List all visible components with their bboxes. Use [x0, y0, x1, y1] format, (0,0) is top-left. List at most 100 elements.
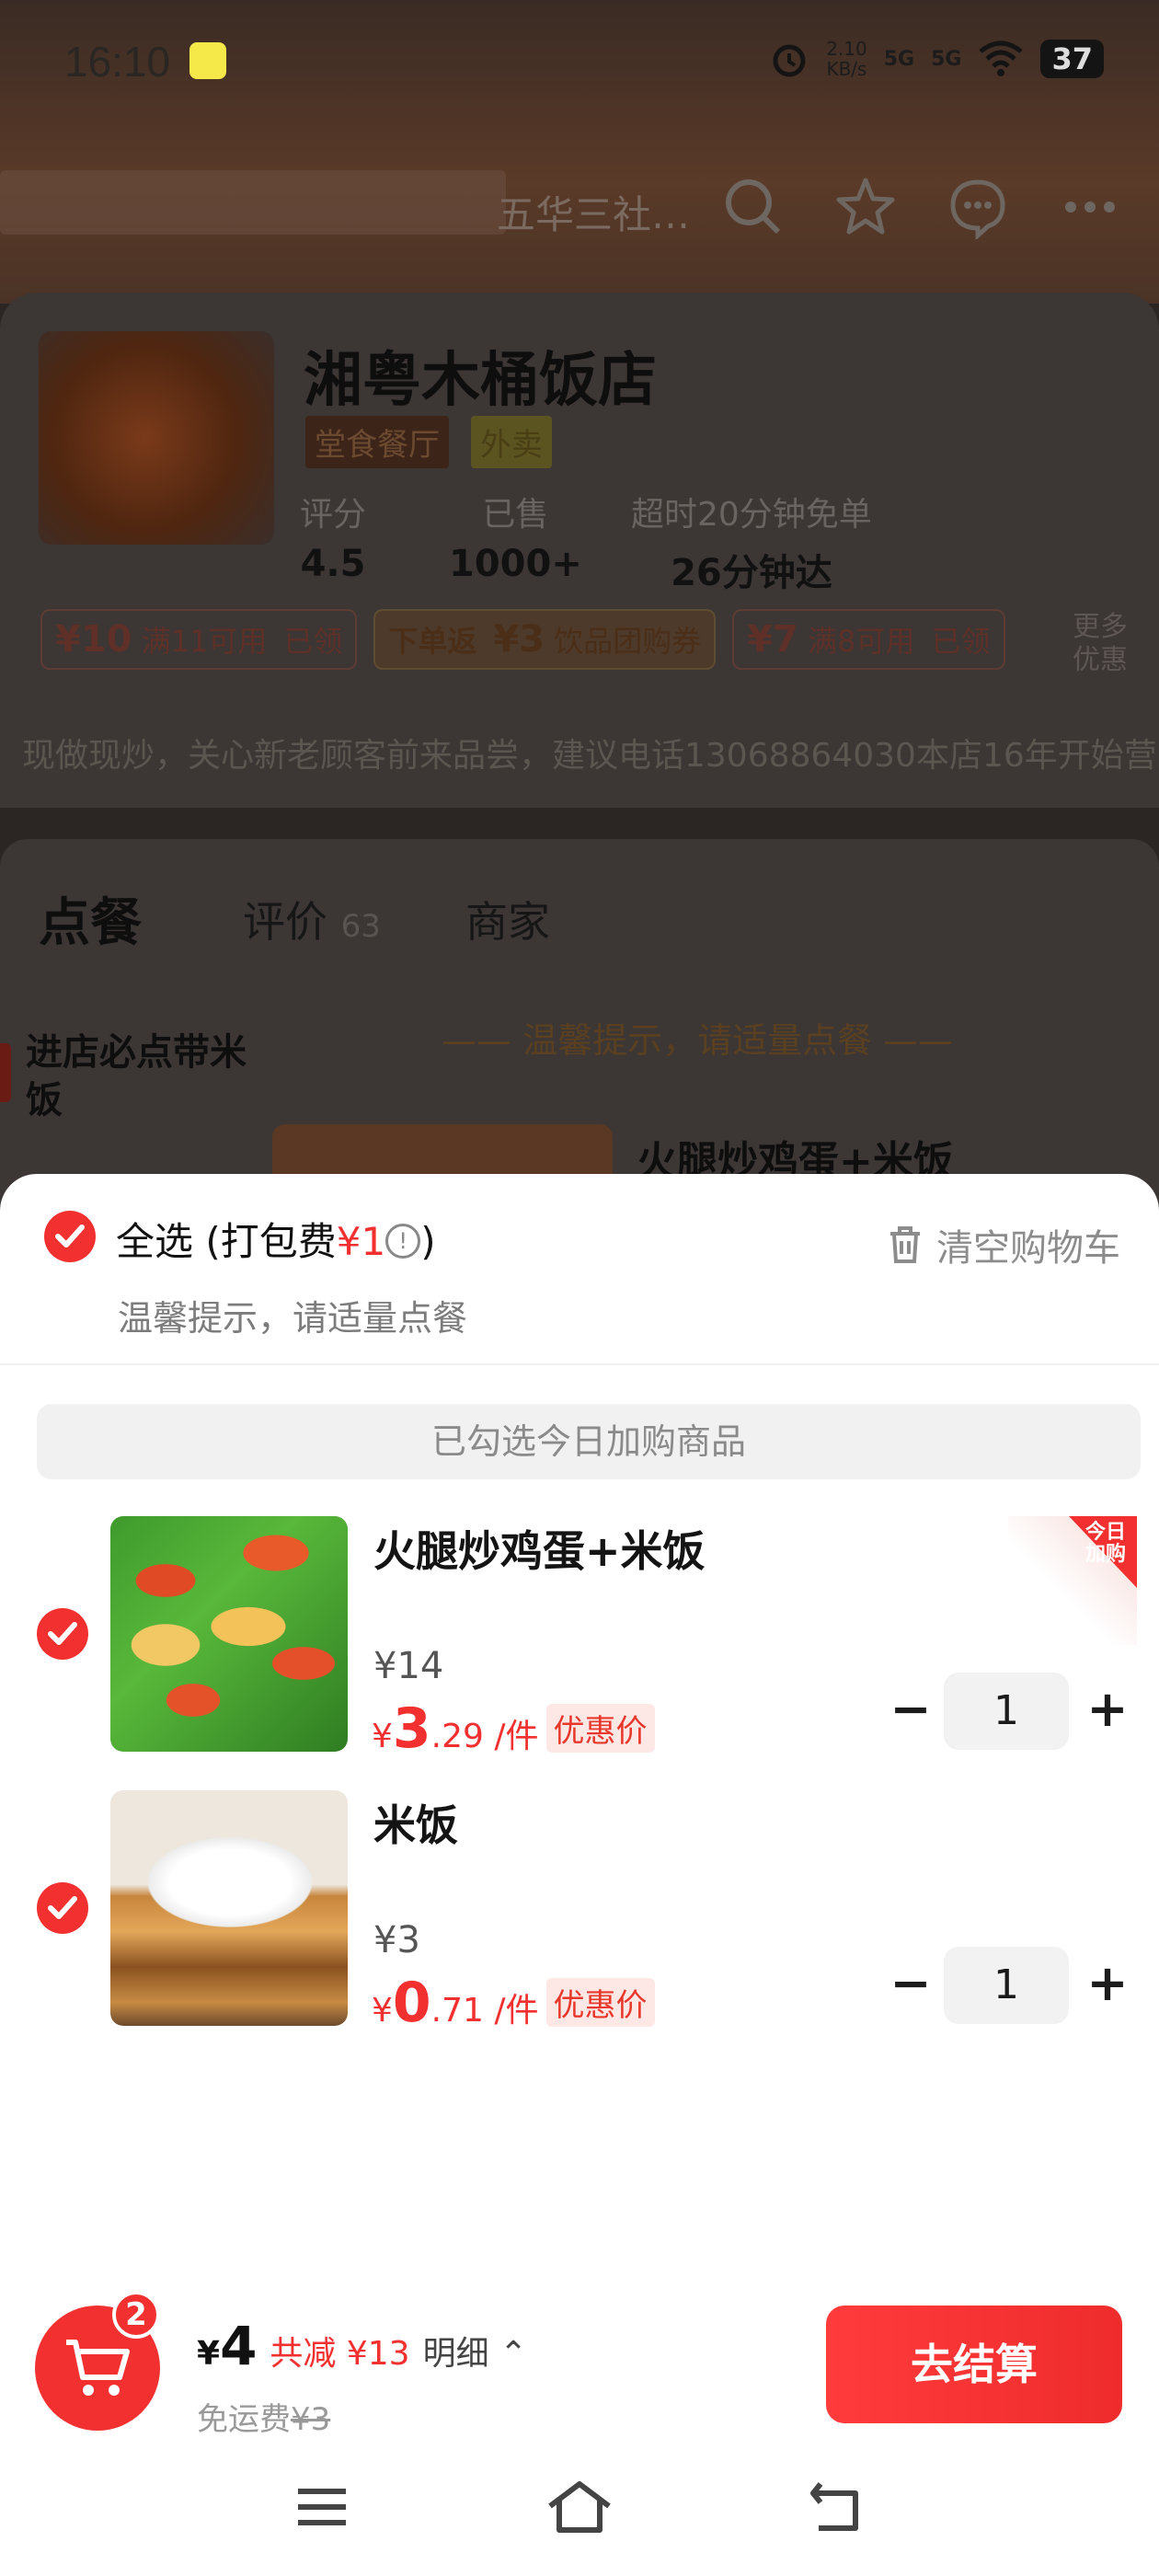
tab-reviews[interactable]: 评价 63 [243, 889, 381, 949]
item-checkbox[interactable] [37, 1882, 88, 1934]
search-icon[interactable] [721, 175, 786, 239]
clear-cart-label: 清空购物车 [936, 1227, 1120, 1270]
item-image[interactable] [110, 1516, 348, 1752]
stat-label: 评分 [300, 496, 367, 534]
blurred-address [0, 170, 506, 235]
select-all-label[interactable]: 全选 (打包费¥1!) [116, 1211, 436, 1267]
total-amount: 4 [220, 2315, 258, 2377]
cart-summary-bar: 2 ¥ 4 共减 ¥13 明细 ⌃ 免运费¥3 去结算 [0, 2272, 1159, 2438]
back-icon [810, 2482, 858, 2531]
shopping-cart-icon [66, 2340, 130, 2396]
packing-fee-suffix: ) [420, 1219, 436, 1264]
free-shipping-label: 免运费 [197, 2401, 291, 2438]
shop-name: 湘粤木桶饭店 [304, 347, 657, 415]
deal-price-badge: 优惠价 [545, 1704, 655, 1753]
cart-item: 米饭 ¥3 ¥0.71 /件 优惠价 − 1 + [0, 1790, 1159, 2035]
trash-icon [890, 1226, 920, 1263]
decrease-button[interactable]: − [885, 1959, 936, 2011]
cart-sheet-header: 全选 (打包费¥1!) 温馨提示，请适量点餐 清空购物车 [0, 1174, 1159, 1365]
coupon-row: ¥10 满11可用 已领 下单返 ¥3 饮品团购券 ¥7 满8可用 已领 [40, 609, 1005, 670]
item-checkbox[interactable] [37, 1608, 88, 1660]
stat-label: 已售 [482, 496, 549, 534]
stat-sold: 已售 1000+ [449, 488, 582, 585]
check-icon [48, 1622, 77, 1645]
price-symbol: ¥ [372, 1718, 393, 1755]
category-must-order[interactable]: 进店必点带米饭 [26, 1029, 247, 1124]
checkout-button[interactable]: 去结算 [826, 2306, 1122, 2423]
info-icon[interactable]: ! [385, 1223, 421, 1259]
price-symbol: ¥ [372, 1992, 393, 2030]
store-page-background: 16:10 2.10 KB/s 5G 5G 37 五华三社… 湘粤木桶饭店 堂食… [0, 0, 1159, 1207]
item-original-price: ¥14 [373, 1645, 444, 1687]
price-detail-toggle[interactable]: 明细 ⌃ [423, 2327, 528, 2375]
signal-5g-1: 5G [883, 47, 915, 71]
item-name[interactable]: 火腿炒鸡蛋+米饭 [373, 1518, 706, 1579]
item-name[interactable]: 米饭 [373, 1792, 458, 1853]
tab-reviews-label: 评价 [243, 897, 327, 947]
tab-merchant[interactable]: 商家 [465, 889, 550, 949]
total-savings: 共减 ¥13 [270, 2335, 410, 2373]
quantity-stepper: − 1 + [885, 1947, 1133, 2024]
badge-text: 今日加购 [1084, 1521, 1126, 1566]
more-deals-link[interactable]: 更多 优惠 [1067, 611, 1128, 677]
tab-order[interactable]: 点餐 [39, 881, 142, 956]
price-unit: /件 [483, 1718, 539, 1755]
app-notification-icon [189, 42, 226, 79]
selected-today-banner: 已勾选今日加购商品 [37, 1404, 1141, 1479]
increase-button[interactable]: + [1082, 1959, 1133, 2011]
back-nav-button[interactable] [800, 2475, 874, 2539]
star-icon[interactable] [833, 175, 898, 239]
coupon-7[interactable]: ¥7 满8可用 已领 [732, 609, 1005, 670]
shipping-info: 免运费¥3 [197, 2394, 330, 2439]
cart-total: ¥ 4 共减 ¥13 明细 ⌃ [197, 2315, 527, 2377]
menu-nav-button[interactable] [285, 2475, 359, 2539]
signal-5g-2: 5G [931, 47, 962, 71]
status-indicators: 2.10 KB/s 5G 5G 37 [769, 39, 1104, 79]
select-all-text: 全选 [116, 1219, 194, 1264]
menu-icon [298, 2489, 346, 2525]
today-added-badge: 今日加购 [1008, 1516, 1137, 1645]
coupon-status: 已领 [931, 624, 991, 659]
coupon-condition: 饮品团购券 [554, 624, 702, 659]
stat-value: 4.5 [300, 543, 366, 585]
shop-notice: 现做现炒，关心新老顾客前来品尝，建议电话13068864030本店16年开始营业 [22, 737, 1159, 775]
coupon-amount: ¥7 [747, 618, 798, 661]
menu-warm-tip: —— 温馨提示，请适量点餐 —— [442, 1020, 954, 1061]
quantity-value[interactable]: 1 [944, 1947, 1069, 2024]
cart-count-badge: 2 [112, 2291, 160, 2339]
chat-icon[interactable] [946, 175, 1010, 241]
check-icon [48, 1896, 77, 1919]
coupon-10[interactable]: ¥10 满11可用 已领 [40, 609, 358, 670]
battery-level: 37 [1040, 40, 1104, 78]
price-unit: /件 [483, 1992, 539, 2030]
price-integer: 0 [392, 1971, 431, 2035]
more-icon[interactable] [1058, 175, 1122, 239]
home-icon [548, 2481, 611, 2533]
tag-dine-in: 堂食餐厅 [305, 416, 449, 468]
item-image[interactable] [110, 1790, 348, 2026]
price-decimal: .29 [430, 1718, 484, 1755]
quantity-value[interactable]: 1 [944, 1673, 1069, 1750]
coupon-cashback[interactable]: 下单返 ¥3 饮品团购券 [373, 609, 717, 670]
packing-fee: ¥1 [336, 1219, 386, 1264]
decrease-button[interactable]: − [885, 1685, 936, 1737]
coupon-prefix: 下单返 [388, 624, 477, 659]
clear-cart-button[interactable]: 清空购物车 [887, 1218, 1120, 1271]
status-time: 16:10 [64, 38, 171, 86]
home-nav-button[interactable] [543, 2475, 616, 2539]
status-bar: 16:10 2.10 KB/s 5G 5G 37 [0, 0, 1159, 120]
increase-button[interactable]: + [1082, 1685, 1133, 1737]
cart-tip: 温馨提示，请适量点餐 [118, 1298, 468, 1339]
menu-item-image [272, 1124, 613, 1179]
item-original-price: ¥3 [373, 1919, 420, 1961]
stat-delivery-time: 超时20分钟免单 26分钟达 [631, 488, 872, 596]
header-actions [721, 175, 1122, 241]
coupon-amount: ¥3 [493, 618, 545, 661]
quantity-stepper: − 1 + [885, 1673, 1133, 1750]
system-nav-bar [0, 2438, 1159, 2576]
header-title[interactable]: 五华三社… [497, 184, 690, 240]
coupon-status: 已领 [283, 624, 343, 659]
item-price: ¥0.71 /件 优惠价 [372, 1971, 655, 2035]
select-all-checkbox[interactable] [44, 1211, 96, 1262]
total-currency: ¥ [197, 2335, 221, 2373]
